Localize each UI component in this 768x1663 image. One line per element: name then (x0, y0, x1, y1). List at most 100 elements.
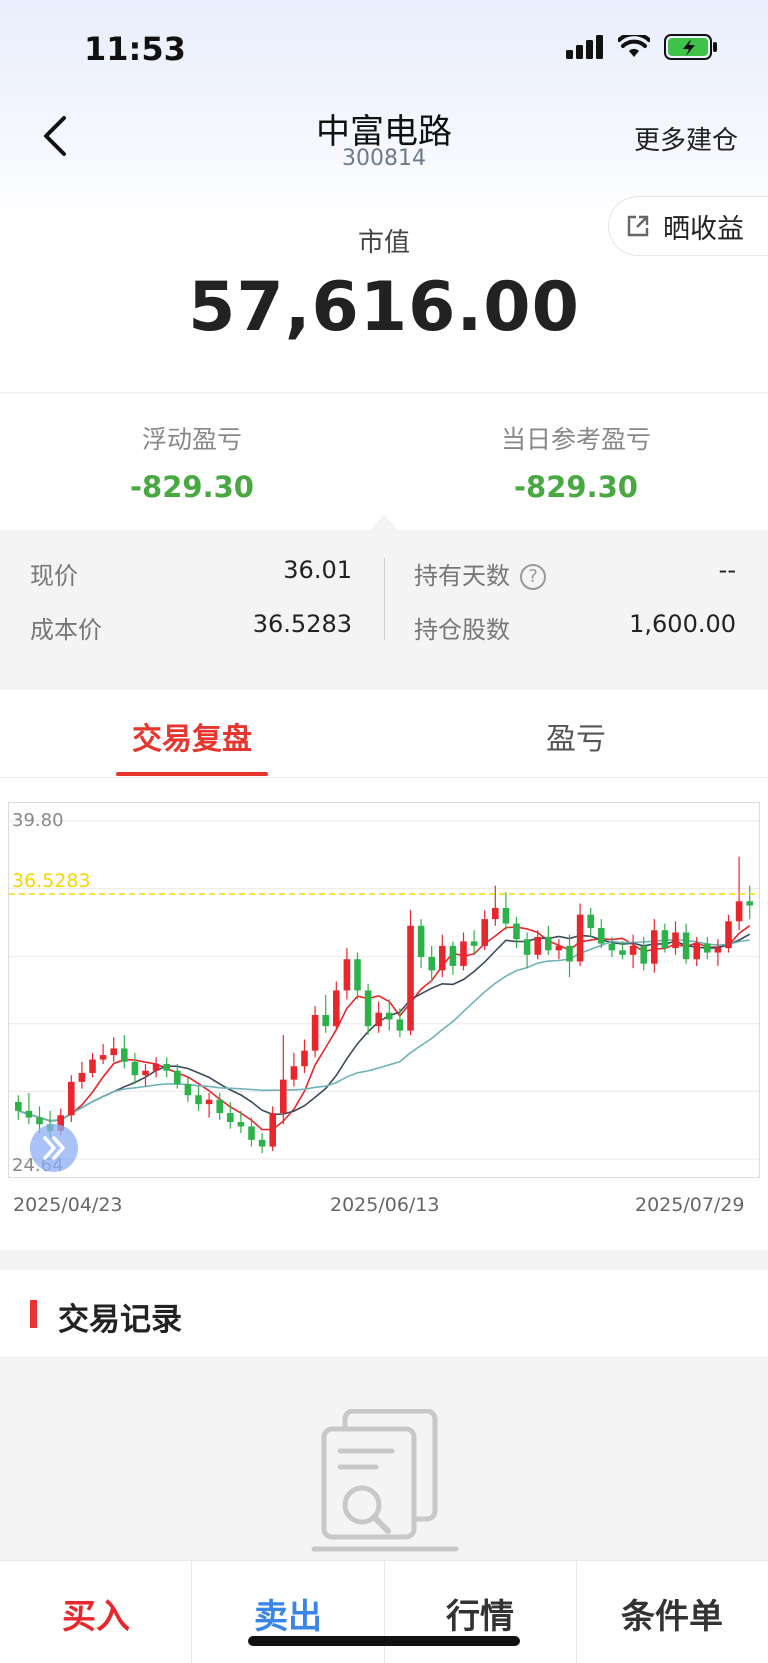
candle-body (555, 945, 563, 951)
candle-body (311, 1014, 319, 1051)
floating-profit-value: -829.30 (130, 470, 254, 504)
candle-body (545, 936, 552, 951)
tab-profit-loss[interactable]: 盈亏 (384, 714, 768, 758)
candle-body (407, 925, 414, 1031)
holding-days: 持有天数? (414, 556, 546, 591)
candle-body (682, 932, 690, 960)
more-positions-button[interactable]: 更多建仓 (634, 120, 738, 157)
candle-body (152, 1064, 160, 1071)
double-chevron-right-icon (43, 1136, 65, 1160)
help-icon[interactable]: ? (520, 564, 546, 590)
candle-body (121, 1048, 128, 1062)
candle-body (195, 1095, 202, 1105)
chart-start-date: 2025/04/23 (13, 1194, 123, 1216)
chart-end-date: 2025/07/29 (635, 1194, 745, 1216)
candle-body (640, 945, 647, 964)
sell-button[interactable]: 卖出 (192, 1561, 384, 1663)
candle-body (131, 1061, 139, 1076)
trade-records-header: 交易记录 (0, 1270, 768, 1358)
candle-body (78, 1072, 86, 1082)
candle-body (735, 901, 743, 922)
price-value: 36.01 (283, 556, 352, 584)
candle-body (534, 936, 541, 955)
status-bar: 11:53 (0, 0, 768, 100)
candle-body (110, 1048, 117, 1056)
chart-section: 36.528339.8024.64 2025/04/23 2025/06/13 … (0, 778, 768, 1250)
candle-body (651, 930, 658, 964)
candle-body (693, 943, 700, 960)
candle-body (248, 1126, 255, 1140)
candle-body (68, 1081, 75, 1116)
candle-body (343, 959, 351, 991)
tab-trade-review[interactable]: 交易复盘 (0, 714, 384, 758)
profit-summary: 浮动盈亏 -829.30 当日参考盈亏 -829.30 (0, 394, 768, 530)
floating-profit: 浮动盈亏 -829.30 (0, 394, 384, 504)
status-icons (566, 34, 718, 60)
candle-body (417, 925, 425, 958)
holding-days-value: -- (718, 556, 736, 584)
candle-body (269, 1113, 276, 1147)
candle-body (502, 907, 510, 924)
empty-document-search-icon (311, 1409, 459, 1552)
cost-value: 36.5283 (252, 610, 352, 638)
candle-body (322, 1014, 329, 1027)
candle-body (449, 945, 457, 966)
candle-body (258, 1139, 266, 1147)
candle-body (704, 943, 711, 953)
wifi-icon (618, 35, 650, 57)
candle-body (513, 923, 520, 940)
candle-body (598, 928, 605, 944)
info-divider (384, 558, 385, 640)
candle-body (364, 990, 372, 1027)
candle-body (15, 1101, 22, 1111)
shares-label: 持仓股数 (414, 616, 510, 644)
home-indicator (248, 1636, 520, 1646)
chart-frame[interactable]: 36.528339.8024.64 (8, 802, 760, 1178)
candle-body (333, 990, 340, 1027)
buy-button[interactable]: 买入 (0, 1561, 192, 1663)
y-axis-max-label: 39.80 (12, 810, 64, 831)
candle-body (386, 1012, 393, 1020)
candle-body (280, 1079, 287, 1114)
candle-body (375, 1012, 382, 1027)
candle-body (99, 1055, 107, 1060)
trade-records-title: 交易记录 (58, 1302, 182, 1338)
chart-mid-date: 2025/06/13 (330, 1194, 440, 1216)
moving-average-line (18, 933, 751, 1122)
market-value: 57,616.00 (188, 268, 580, 347)
candle-body (184, 1084, 192, 1096)
price-label: 现价 (30, 562, 78, 590)
candle-body (608, 943, 616, 951)
candle-body (629, 945, 637, 955)
candle-body (492, 907, 499, 920)
candle-body (290, 1066, 298, 1080)
shares-value: 1,600.00 (629, 610, 736, 638)
candle-body (566, 945, 573, 962)
candle-body (661, 930, 669, 949)
candle-body (301, 1050, 308, 1067)
quote-button[interactable]: 行情 (384, 1561, 576, 1663)
candle-body (354, 959, 361, 991)
holding-days-label: 持有天数 (414, 562, 510, 590)
floating-profit-label: 浮动盈亏 (141, 425, 242, 454)
active-tab-indicator (116, 772, 268, 776)
moving-average-line (18, 938, 750, 1122)
candle-body (89, 1059, 96, 1073)
bottom-action-bar: 买入 卖出 行情 条件单 (0, 1560, 768, 1663)
candle-body (725, 921, 732, 949)
condition-order-button[interactable]: 条件单 (576, 1561, 768, 1663)
candle-body (746, 901, 753, 906)
cellular-signal-icon (566, 35, 603, 59)
candlestick-chart[interactable]: 36.528339.8024.64 (9, 803, 759, 1177)
pointer-triangle (370, 515, 398, 530)
position-info: 现价 36.01 成本价 36.5283 持有天数? -- 持仓股数 1,600… (0, 530, 768, 670)
candle-body (227, 1113, 234, 1122)
candle-body (576, 914, 584, 962)
candle-body (460, 941, 467, 966)
candle-body (481, 919, 488, 946)
expand-chart-button[interactable] (30, 1124, 78, 1172)
candle-body (25, 1110, 33, 1118)
tab-bar: 交易复盘 盈亏 (0, 690, 768, 778)
candle-body (205, 1099, 213, 1105)
candle-body (619, 950, 626, 955)
